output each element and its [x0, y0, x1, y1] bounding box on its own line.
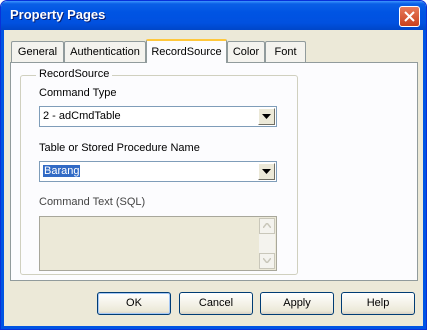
table-name-label: Table or Stored Procedure Name: [39, 142, 200, 154]
scroll-up-icon: [263, 223, 271, 228]
command-type-dropdown-button[interactable]: [258, 108, 275, 125]
command-type-select[interactable]: 2 - adCmdTable: [39, 106, 277, 127]
apply-button[interactable]: Apply: [260, 292, 334, 315]
help-button[interactable]: Help: [341, 292, 415, 315]
window-frame-right: [423, 30, 426, 329]
command-text-scrollbar: [259, 218, 275, 269]
chevron-down-icon: [262, 114, 271, 119]
window-title: Property Pages: [10, 7, 106, 22]
scroll-up-button: [259, 218, 275, 234]
tab-general[interactable]: General: [11, 41, 64, 62]
property-pages-window: Property Pages General Authentication Re…: [0, 0, 427, 330]
command-text-area: [39, 216, 277, 271]
table-name-select[interactable]: Barang: [39, 161, 277, 182]
close-button[interactable]: [399, 6, 420, 27]
command-type-label: Command Type: [39, 87, 117, 99]
tab-recordsource[interactable]: RecordSource: [146, 39, 227, 63]
cancel-button[interactable]: Cancel: [179, 292, 253, 315]
group-title: RecordSource: [36, 68, 113, 80]
close-icon: [404, 11, 415, 22]
command-type-value: 2 - adCmdTable: [43, 110, 121, 122]
window-frame-left: [1, 30, 4, 329]
table-name-dropdown-button[interactable]: [258, 163, 275, 180]
table-name-value: Barang: [43, 165, 81, 177]
title-bar[interactable]: Property Pages: [1, 1, 426, 30]
tab-authentication[interactable]: Authentication: [64, 41, 146, 62]
chevron-down-icon: [262, 169, 271, 174]
scroll-down-icon: [263, 258, 271, 263]
tab-font[interactable]: Font: [265, 41, 306, 62]
ok-button[interactable]: OK: [97, 292, 171, 315]
command-text-label: Command Text (SQL): [39, 196, 146, 208]
scroll-down-button: [259, 253, 275, 269]
tab-color[interactable]: Color: [227, 41, 265, 62]
window-frame-bottom: [1, 326, 426, 329]
